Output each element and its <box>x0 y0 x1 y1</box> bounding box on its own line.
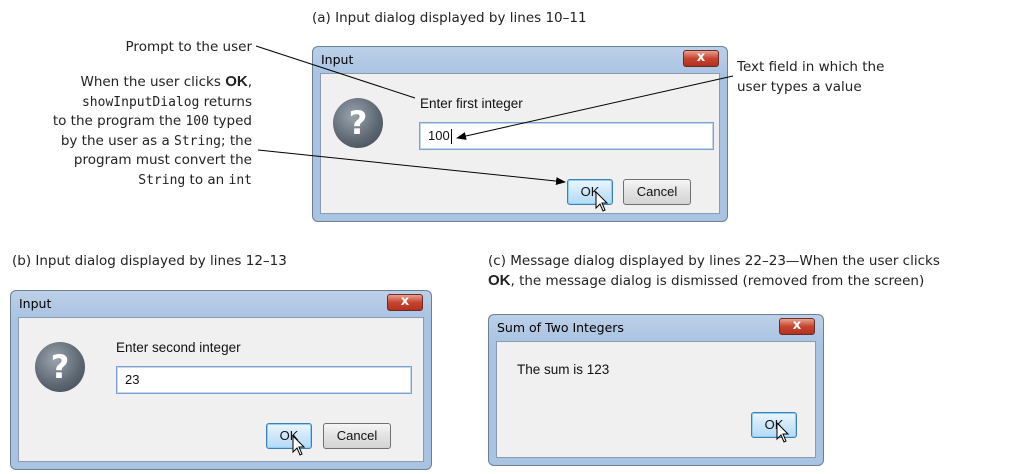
callout-lines <box>255 45 734 186</box>
prompt-callout-line <box>255 45 416 99</box>
text-field-callout-arrow <box>456 75 734 140</box>
ok-callout-arrow <box>257 149 566 186</box>
